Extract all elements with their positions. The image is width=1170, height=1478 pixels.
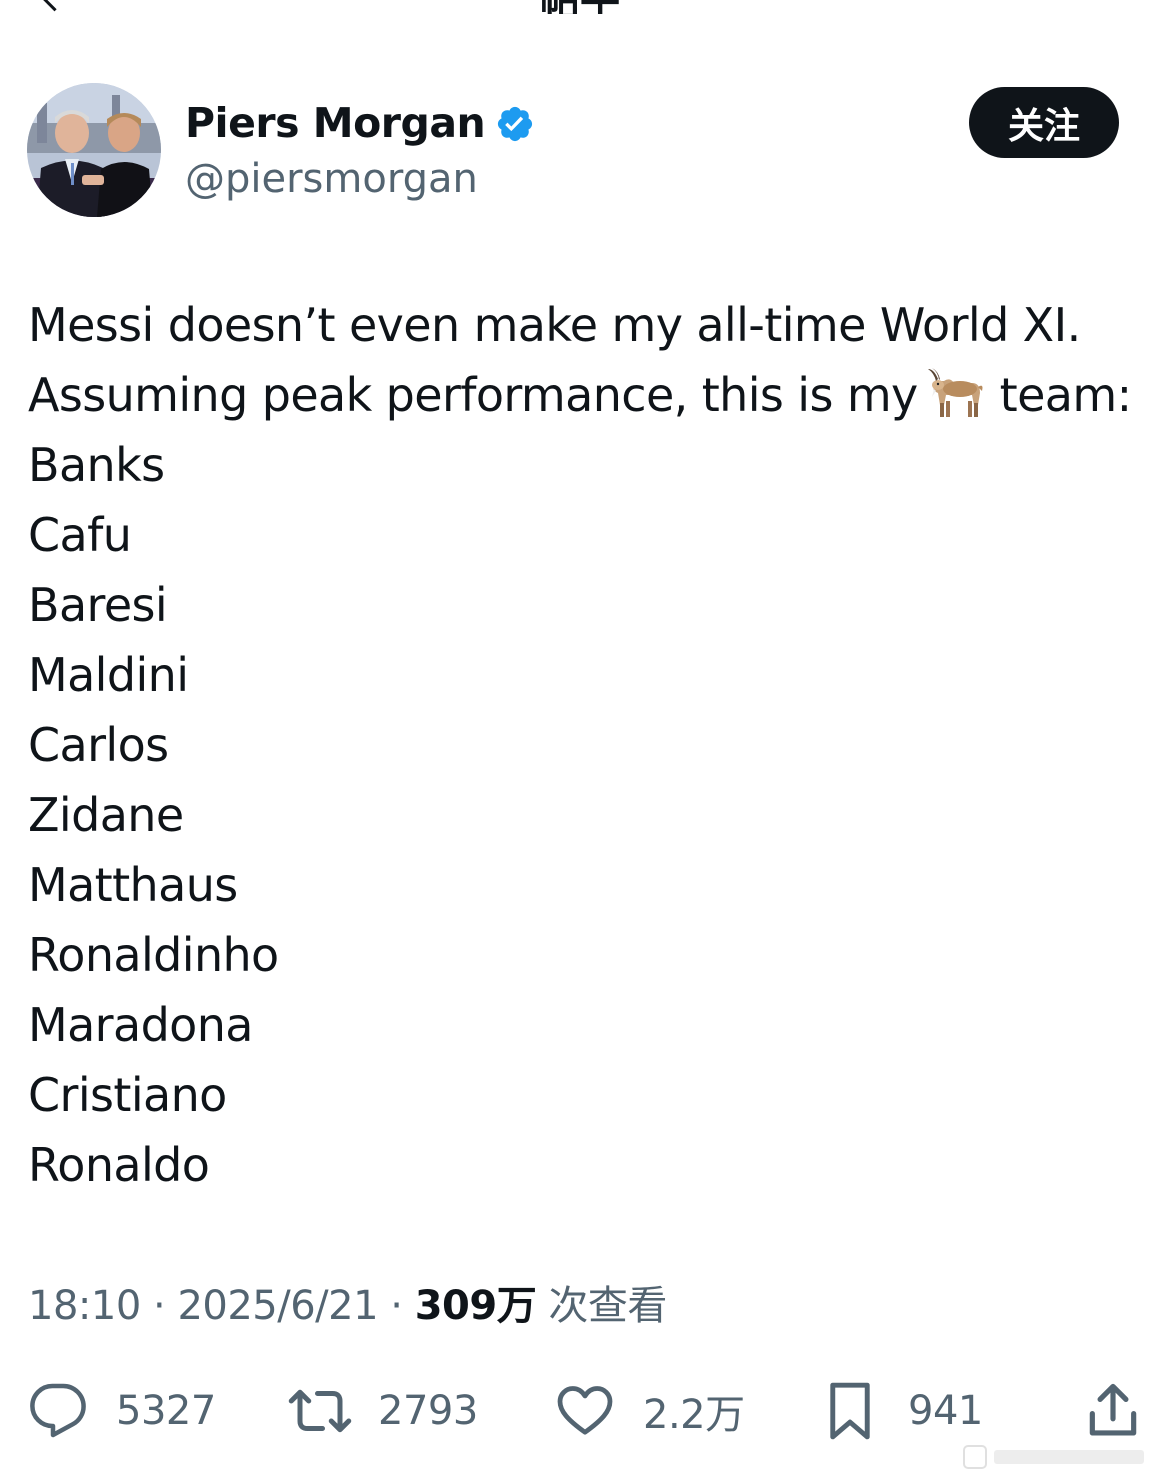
player-name: Carlos bbox=[28, 718, 169, 772]
bookmark-count: 941 bbox=[908, 1388, 983, 1434]
player-name: Banks bbox=[28, 438, 165, 492]
meta-separator: · bbox=[153, 1283, 166, 1329]
repost-icon bbox=[288, 1389, 352, 1433]
watermark-logo bbox=[960, 1442, 1160, 1472]
player-name: Maldini bbox=[28, 648, 189, 702]
views-label: 次查看 bbox=[548, 1283, 667, 1329]
author-display-name[interactable]: Piers Morgan bbox=[185, 96, 535, 150]
meta-separator: · bbox=[390, 1283, 403, 1329]
reply-icon bbox=[30, 1383, 86, 1438]
verified-badge-icon bbox=[495, 103, 535, 143]
tweet-metadata: 18:10 · 2025/6/21 · 309万 次查看 bbox=[28, 1278, 667, 1334]
player-name: Ronaldinho bbox=[28, 928, 279, 982]
player-name: Maradona bbox=[28, 998, 253, 1052]
tweet-date[interactable]: 2025/6/21 bbox=[177, 1283, 378, 1329]
author-info: Piers Morgan @piersmorgan bbox=[185, 96, 535, 206]
player-name: Matthaus bbox=[28, 858, 238, 912]
page-title: 帖子 bbox=[540, 0, 620, 14]
player-name: Cafu bbox=[28, 508, 132, 562]
follow-button[interactable]: 关注 bbox=[969, 87, 1119, 158]
reply-count: 5327 bbox=[116, 1388, 216, 1434]
repost-count: 2793 bbox=[378, 1388, 478, 1434]
author-name-text[interactable]: Piers Morgan bbox=[185, 96, 486, 150]
repost-button[interactable]: 2793 bbox=[286, 1375, 478, 1447]
tweet-time[interactable]: 18:10 bbox=[28, 1283, 141, 1329]
tweet-line: Assuming peak performance, this is my te… bbox=[28, 360, 1153, 430]
action-bar: 5327 2793 2.2万 941 bbox=[0, 1375, 1170, 1447]
reply-button[interactable]: 5327 bbox=[28, 1375, 216, 1447]
tweet-text: Messi doesn’t even make my all-time Worl… bbox=[28, 290, 1153, 1200]
bookmark-icon bbox=[830, 1382, 870, 1440]
tweet-line-text: Assuming peak performance, this is my bbox=[28, 368, 918, 422]
tweet-line: Messi doesn’t even make my all-time Worl… bbox=[28, 298, 1081, 352]
player-name: Zidane bbox=[28, 788, 184, 842]
tweet-line-text: team: bbox=[999, 368, 1132, 422]
author-handle[interactable]: @piersmorgan bbox=[185, 152, 535, 206]
player-name: Cristiano bbox=[28, 1068, 227, 1122]
like-button[interactable]: 2.2万 bbox=[555, 1375, 745, 1447]
player-name: Ronaldo bbox=[28, 1138, 210, 1192]
avatar[interactable] bbox=[27, 83, 161, 217]
like-count: 2.2万 bbox=[643, 1392, 745, 1438]
player-name: Baresi bbox=[28, 578, 168, 632]
top-navigation-bar: 帖子 bbox=[0, 0, 1170, 14]
heart-icon bbox=[557, 1386, 613, 1435]
share-icon bbox=[1089, 1383, 1137, 1436]
bookmark-button[interactable]: 941 bbox=[820, 1375, 983, 1447]
goat-emoji-icon bbox=[924, 365, 986, 421]
views-count[interactable]: 309万 bbox=[415, 1283, 537, 1329]
share-button[interactable] bbox=[1082, 1375, 1144, 1447]
back-arrow-icon[interactable] bbox=[39, 0, 70, 12]
